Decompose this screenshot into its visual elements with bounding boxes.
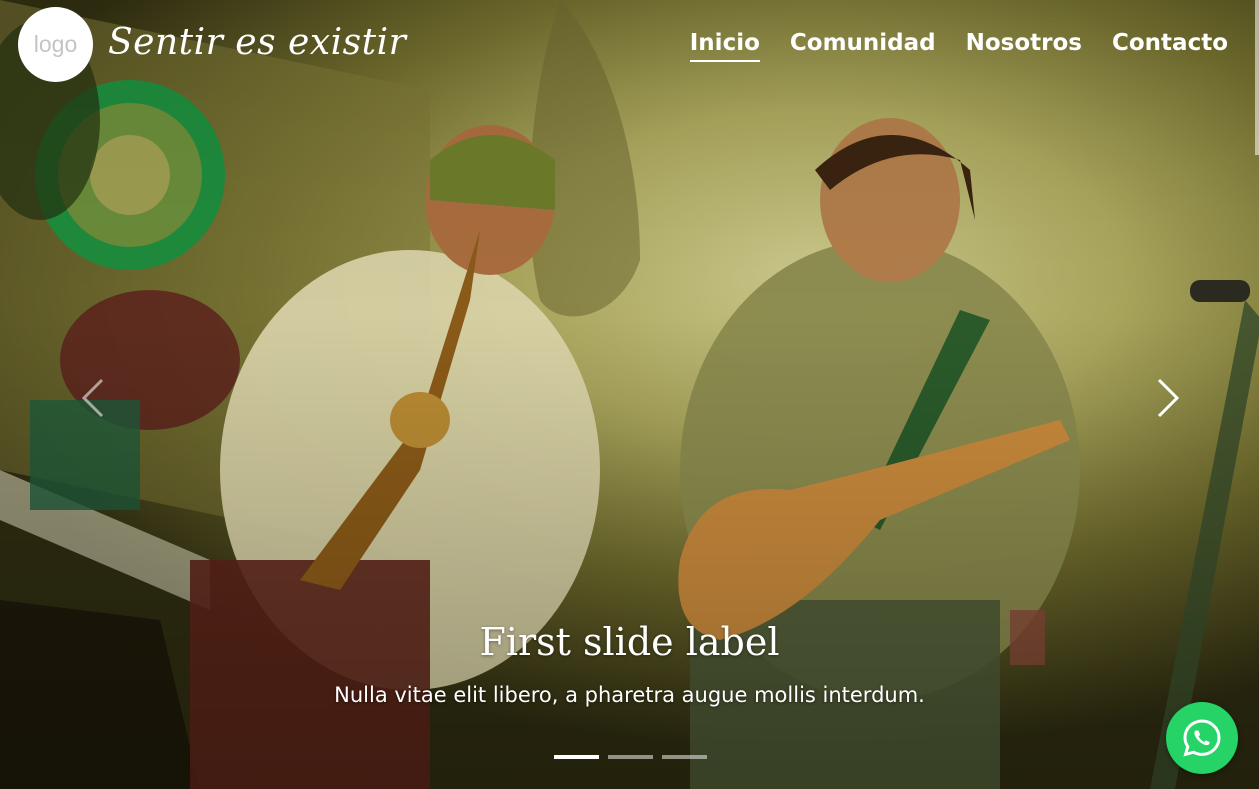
slide-overlay [0, 0, 1259, 789]
nav-item-comunidad[interactable]: Comunidad [790, 30, 936, 60]
site-logo[interactable]: logo [18, 7, 93, 82]
slide-text: Nulla vitae elit libero, a pharetra augu… [334, 683, 925, 707]
nav-item-nosotros[interactable]: Nosotros [966, 30, 1082, 60]
whatsapp-icon [1183, 719, 1221, 757]
carousel-indicators [554, 755, 707, 759]
hero-carousel: logo Sentir es existir Inicio Comunidad … [0, 0, 1259, 789]
logo-text: logo [33, 31, 78, 57]
main-nav: Inicio Comunidad Nosotros Contacto [689, 30, 1228, 62]
slide-title: First slide label [479, 620, 780, 664]
page-scrollbar[interactable] [1255, 0, 1259, 155]
carousel-prev-button[interactable] [74, 376, 114, 420]
carousel-indicator-2[interactable] [608, 755, 653, 759]
chevron-right-icon [1157, 378, 1180, 418]
chevron-left-icon [81, 378, 104, 418]
whatsapp-button[interactable] [1166, 702, 1238, 774]
carousel-indicator-1[interactable] [554, 755, 599, 759]
carousel-next-button[interactable] [1147, 376, 1187, 420]
carousel-indicator-3[interactable] [662, 755, 707, 759]
nav-item-inicio[interactable]: Inicio [689, 30, 761, 62]
brand-title[interactable]: Sentir es existir [108, 22, 406, 63]
nav-item-contacto[interactable]: Contacto [1112, 30, 1228, 60]
